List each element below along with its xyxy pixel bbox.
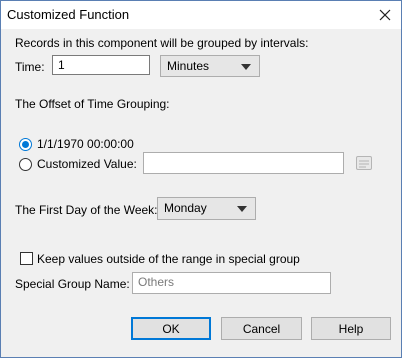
close-icon bbox=[379, 9, 391, 21]
special-group-name-label: Special Group Name: bbox=[15, 277, 130, 291]
cancel-button[interactable]: Cancel bbox=[221, 317, 302, 340]
time-unit-value: Minutes bbox=[167, 59, 210, 73]
customized-function-dialog: Customized Function Records in this comp… bbox=[0, 0, 402, 358]
offset-default-radio[interactable] bbox=[19, 138, 32, 151]
dialog-title: Customized Function bbox=[7, 7, 130, 22]
ok-button[interactable]: OK bbox=[131, 317, 211, 340]
close-button[interactable] bbox=[373, 4, 397, 26]
time-input[interactable]: 1 bbox=[52, 55, 150, 75]
value-picker-icon bbox=[356, 156, 372, 170]
cancel-button-label: Cancel bbox=[242, 321, 281, 336]
chevron-down-icon bbox=[237, 206, 247, 212]
help-button[interactable]: Help bbox=[311, 317, 391, 340]
title-bar: Customized Function bbox=[1, 1, 401, 29]
custom-value-input[interactable] bbox=[143, 152, 344, 174]
offset-custom-label: Customized Value: bbox=[37, 157, 137, 171]
keep-values-label: Keep values outside of the range in spec… bbox=[37, 252, 300, 266]
chevron-down-icon bbox=[241, 64, 251, 70]
time-label: Time: bbox=[15, 60, 45, 74]
help-button-label: Help bbox=[338, 321, 364, 336]
value-picker-button[interactable] bbox=[355, 155, 373, 171]
ok-button-label: OK bbox=[162, 321, 180, 336]
keep-values-checkbox[interactable] bbox=[20, 252, 33, 265]
offset-default-label: 1/1/1970 00:00:00 bbox=[37, 137, 134, 151]
time-unit-select[interactable]: Minutes bbox=[160, 55, 260, 77]
first-day-select[interactable]: Monday bbox=[157, 197, 256, 220]
first-day-label: The First Day of the Week: bbox=[15, 203, 158, 217]
special-group-name-input[interactable]: Others bbox=[132, 272, 331, 294]
first-day-value: Monday bbox=[164, 201, 207, 215]
offset-heading: The Offset of Time Grouping: bbox=[15, 97, 170, 111]
intro-text: Records in this component will be groupe… bbox=[15, 36, 309, 50]
offset-custom-radio[interactable] bbox=[19, 158, 32, 171]
